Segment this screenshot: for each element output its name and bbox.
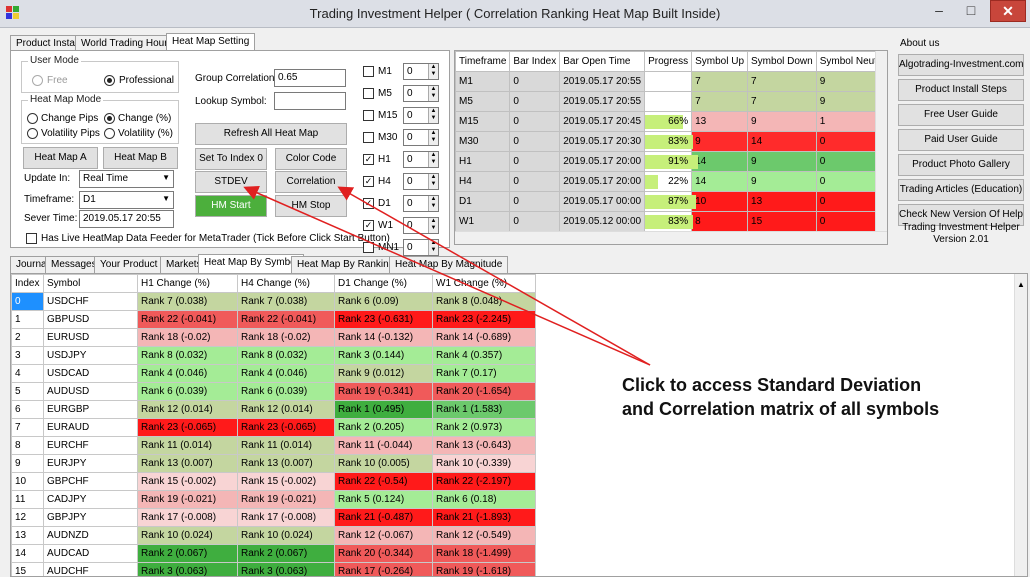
annotation-line2: and Correlation matrix of all symbols [622, 399, 940, 419]
annotation-arrows [243, 185, 651, 366]
annotation-line1: Click to access Standard Deviation [622, 375, 922, 395]
arrow-to-stdev [243, 185, 651, 366]
arrow-to-correlation [337, 186, 651, 366]
